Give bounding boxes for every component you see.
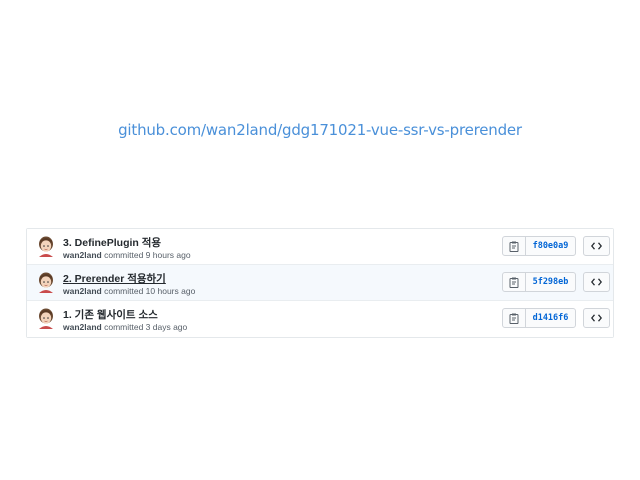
commit-sha-link[interactable]: d1416f6 [526, 309, 575, 327]
browse-code-button[interactable] [583, 272, 610, 292]
commit-time: committed 10 hours ago [104, 286, 196, 296]
commit-time: committed 3 days ago [104, 322, 188, 332]
commit-author[interactable]: wan2land [63, 286, 102, 296]
commit-title[interactable]: 1. 기존 웹사이트 소스 [63, 307, 158, 322]
commit-sha-link[interactable]: 5f298eb [526, 273, 575, 291]
sha-button-group: d1416f6 [502, 308, 576, 328]
avatar-icon[interactable] [36, 235, 56, 257]
slide: github.com/wan2land/gdg171021-vue-ssr-vs… [0, 0, 640, 480]
commit-author[interactable]: wan2land [63, 250, 102, 260]
clipboard-icon [509, 277, 519, 288]
commit-time: committed 9 hours ago [104, 250, 191, 260]
avatar-icon[interactable] [36, 307, 56, 329]
commit-author[interactable]: wan2land [63, 322, 102, 332]
commit-sha-link[interactable]: f80e0a9 [526, 237, 575, 255]
commit-meta: wan2land committed 10 hours ago [63, 286, 195, 296]
code-icon [591, 314, 602, 322]
copy-sha-button[interactable] [503, 309, 526, 327]
clipboard-icon [509, 241, 519, 252]
commit-meta: wan2land committed 9 hours ago [63, 250, 191, 260]
commit-row: 2. Prerender 적용하기 wan2land committed 10 … [27, 265, 613, 301]
commit-row: 1. 기존 웹사이트 소스 wan2land committed 3 days … [27, 301, 613, 337]
code-icon [591, 278, 602, 286]
repo-link[interactable]: github.com/wan2land/gdg171021-vue-ssr-vs… [0, 121, 640, 139]
browse-code-button[interactable] [583, 308, 610, 328]
avatar-icon[interactable] [36, 271, 56, 293]
code-icon [591, 242, 602, 250]
commit-meta: wan2land committed 3 days ago [63, 322, 187, 332]
commit-title[interactable]: 3. DefinePlugin 적용 [63, 235, 161, 250]
browse-code-button[interactable] [583, 236, 610, 256]
sha-button-group: f80e0a9 [502, 236, 576, 256]
clipboard-icon [509, 313, 519, 324]
commit-title[interactable]: 2. Prerender 적용하기 [63, 271, 166, 286]
copy-sha-button[interactable] [503, 273, 526, 291]
copy-sha-button[interactable] [503, 237, 526, 255]
sha-button-group: 5f298eb [502, 272, 576, 292]
commit-row: 3. DefinePlugin 적용 wan2land committed 9 … [27, 229, 613, 265]
commit-list: 3. DefinePlugin 적용 wan2land committed 9 … [26, 228, 614, 338]
